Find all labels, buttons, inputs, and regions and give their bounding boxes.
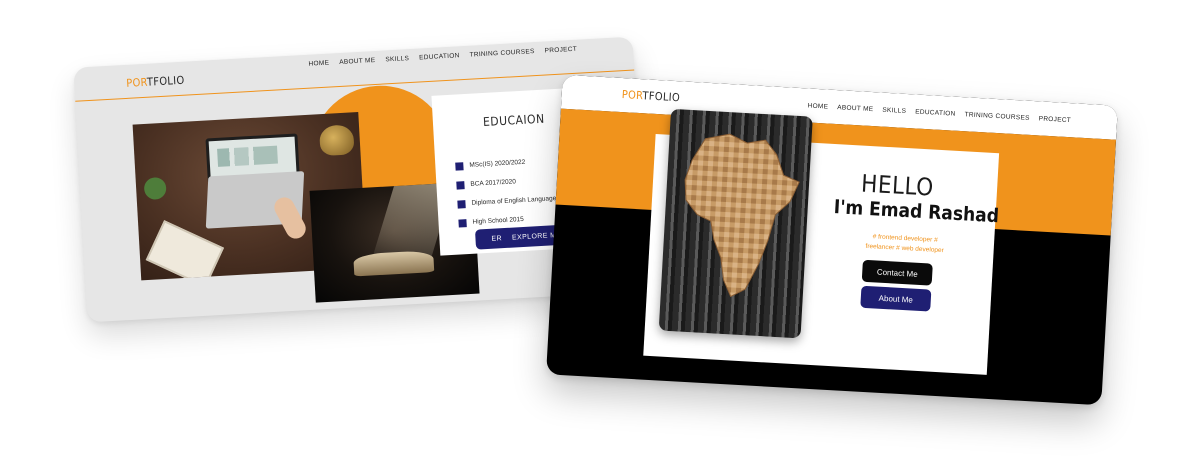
site-logo[interactable]: PORTFOLIO — [126, 74, 185, 90]
bullet-square-icon — [456, 180, 465, 190]
logo-highlight: POR — [125, 75, 148, 90]
nav-about[interactable]: ABOUT ME — [339, 57, 376, 66]
logo-highlight: POR — [621, 88, 643, 103]
plant-shape — [143, 176, 167, 201]
logo-rest: TFOLIO — [146, 73, 185, 89]
about-me-button[interactable]: About Me — [860, 285, 932, 312]
bullet-square-icon — [457, 199, 466, 209]
education-item-label: BCA 2017/2020 — [470, 178, 517, 188]
explore-icon: ER — [491, 234, 503, 243]
education-item-label: MSc(IS) 2020/2022 — [469, 158, 526, 169]
bullet-square-icon — [458, 218, 467, 228]
nav-education[interactable]: EDUCATION — [419, 52, 460, 61]
nav-links: HOME ABOUT ME SKILLS EDUCATION TRINING C… — [308, 46, 577, 68]
africa-map-image — [658, 108, 813, 339]
hero-greeting: HELLO — [860, 169, 935, 202]
nav-skills[interactable]: SKILLS — [385, 55, 409, 63]
logo-rest: TFOLIO — [642, 89, 681, 105]
nav-about[interactable]: ABOUT ME — [837, 104, 874, 113]
nav-skills[interactable]: SKILLS — [882, 107, 906, 115]
nav-training[interactable]: TRINING COURSES — [964, 111, 1029, 122]
africa-shape — [684, 133, 800, 298]
lamp-shape — [318, 124, 355, 157]
education-item-label: Diploma of English Language — [471, 195, 557, 207]
bullet-square-icon — [455, 161, 464, 171]
nav-home[interactable]: HOME — [308, 60, 329, 68]
nav-project[interactable]: PROJECT — [1038, 115, 1071, 124]
site-logo[interactable]: PORTFOLIO — [621, 88, 680, 104]
education-list: MSc(IS) 2020/2022 BCA 2017/2020 Diploma … — [455, 151, 558, 232]
nav-training[interactable]: TRINING COURSES — [469, 48, 534, 59]
notebook-shape — [145, 220, 225, 281]
nav-education[interactable]: EDUCATION — [915, 108, 956, 117]
nav-links: HOME ABOUT ME SKILLS EDUCATION TRINING C… — [807, 102, 1071, 124]
nav-home[interactable]: HOME — [807, 102, 828, 110]
education-title: EDUCAION — [482, 111, 545, 130]
nav-project[interactable]: PROJECT — [544, 46, 577, 55]
book-shape — [353, 250, 435, 277]
education-item-label: High School 2015 — [472, 215, 525, 226]
portfolio-preview-front: PORTFOLIO HOME ABOUT ME SKILLS EDUCATION… — [546, 74, 1118, 406]
contact-me-button[interactable]: Contact Me — [861, 259, 933, 286]
